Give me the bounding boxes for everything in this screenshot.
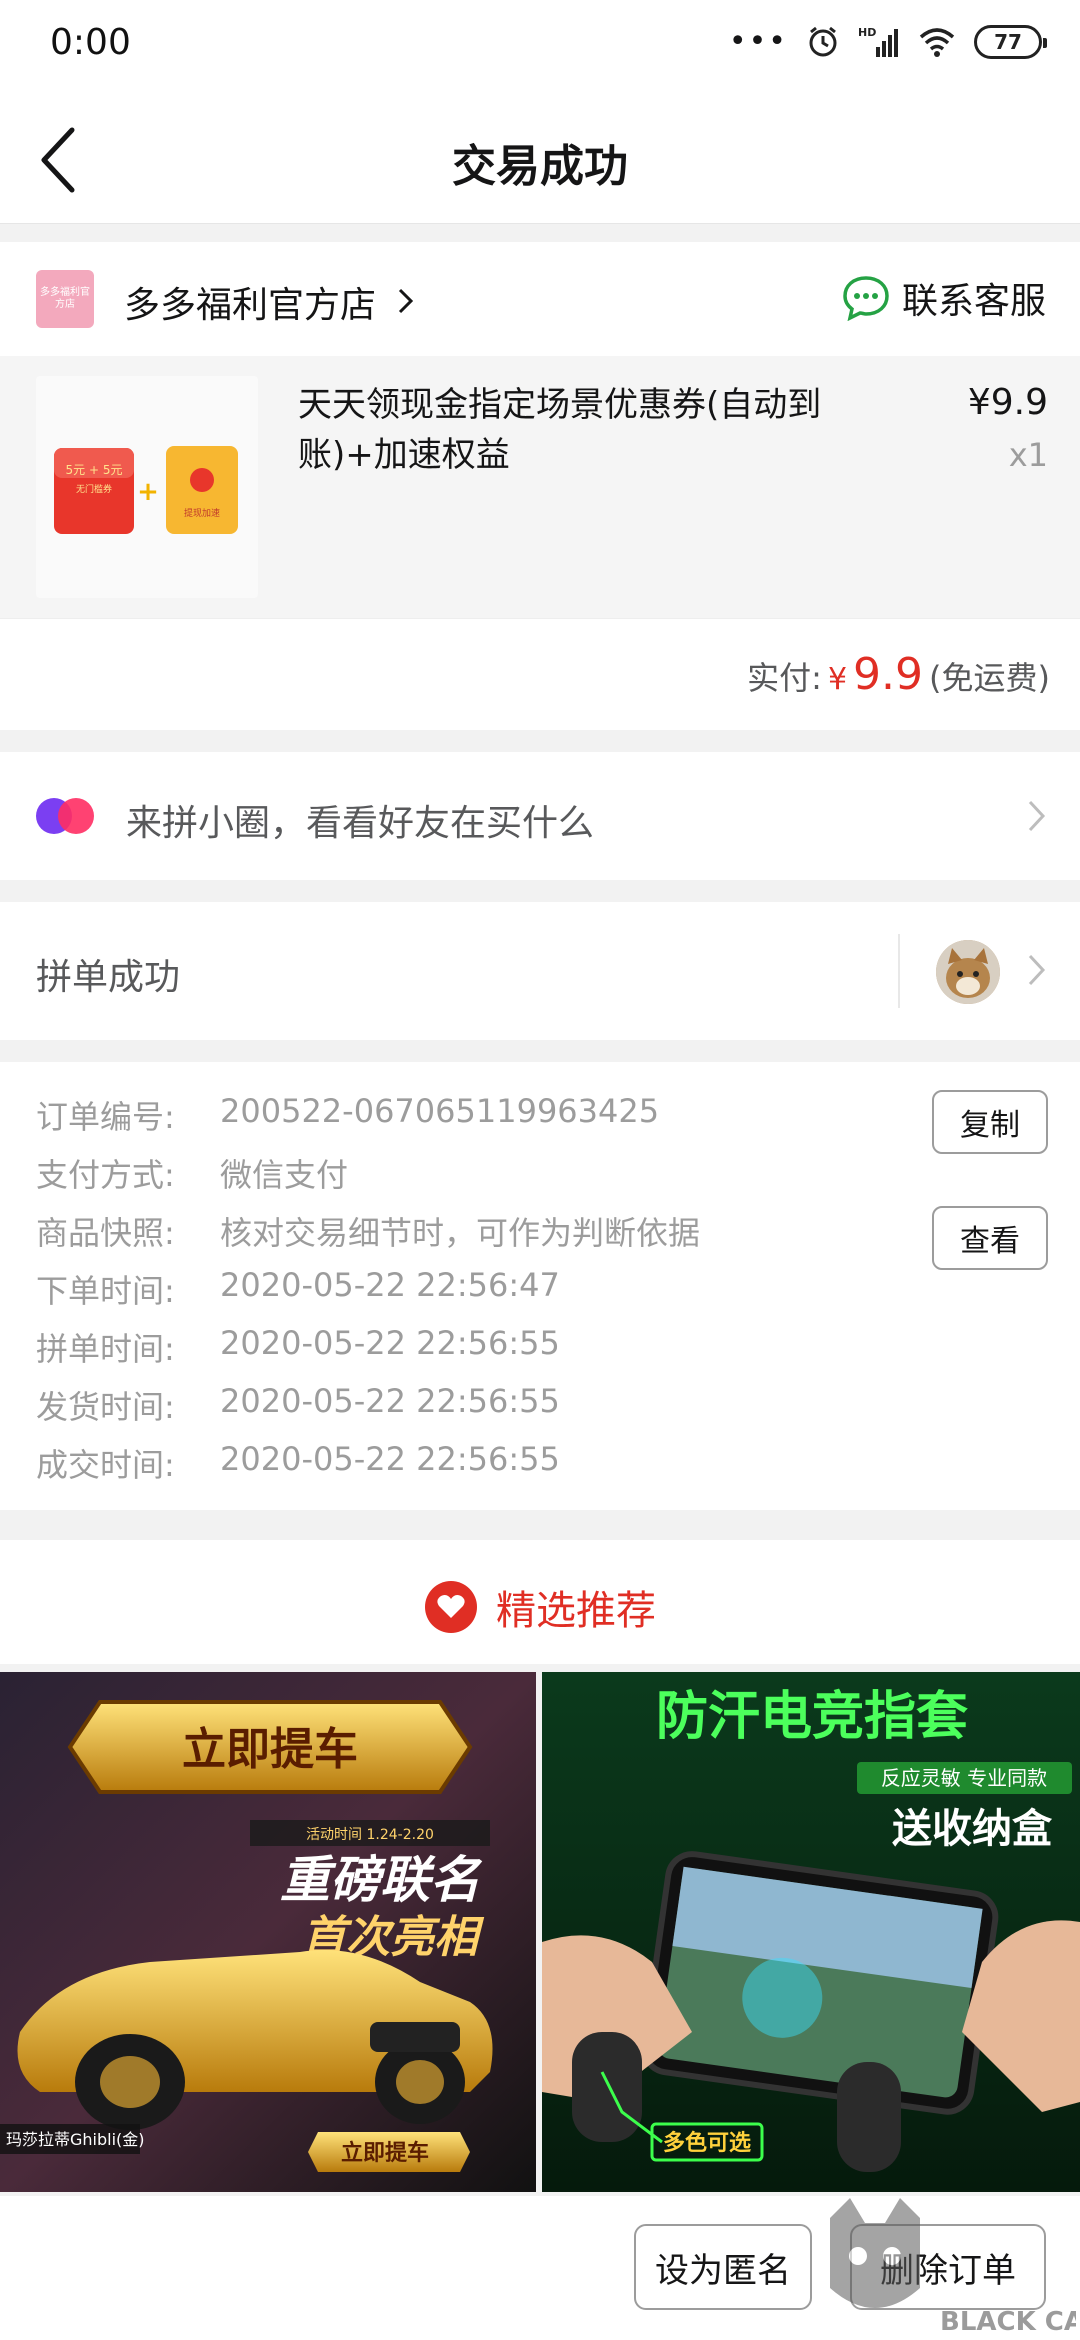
group-status-text: 拼单成功 <box>36 957 181 998</box>
info-value: 微信支付 <box>220 1156 349 1194</box>
paid-label: 实付: <box>747 659 822 697</box>
info-label: 拼单时间: <box>36 1330 175 1368</box>
battery-indicator: 77 <box>974 24 1047 59</box>
svg-text:多色可选: 多色可选 <box>663 2130 751 2156</box>
product-name: 天天领现金指定场景优惠券(自动到账)+加速权益 <box>298 385 822 475</box>
svg-text:无门槛券: 无门槛券 <box>76 483 112 495</box>
svg-text:+: + <box>137 477 159 507</box>
promo-car-image: 立即提车 活动时间 1.24-2.20 重磅联名 首次亮相 玛莎拉蒂Ghibli… <box>0 1672 536 2192</box>
svg-text:HD: HD <box>858 26 876 39</box>
shipping-note: (免运费) <box>929 659 1050 697</box>
product-thumbnail: 5元 + 5元 无门槛券 + 提现加速 <box>36 376 258 598</box>
info-value: 2020-05-22 22:56:55 <box>220 1440 560 1478</box>
svg-text:提现加速: 提现加速 <box>184 508 220 519</box>
info-value: 2020-05-22 22:56:55 <box>220 1382 560 1420</box>
bottom-action-bar: 设为匿名 删除订单 BLACK CAT <box>0 2196 1080 2340</box>
chevron-right-icon <box>398 288 414 314</box>
promo-finger-sleeve-image: 防汗电竞指套 反应灵敏 专业同款 送收纳盒 多色可选 <box>542 1672 1080 2192</box>
paid-amount: 实付: ¥ 9.9 (免运费) <box>747 649 1050 700</box>
paid-currency: ¥ <box>827 662 848 697</box>
ship-time-row: 发货时间: 2020-05-22 22:56:55 <box>36 1382 560 1428</box>
store-name[interactable]: 多多福利官方店 <box>124 276 376 328</box>
svg-text:活动时间 1.24-2.20: 活动时间 1.24-2.20 <box>306 1827 434 1843</box>
info-value: 2020-05-22 22:56:55 <box>220 1324 560 1362</box>
page-title: 交易成功 <box>452 141 628 192</box>
order-number-row: 订单编号: 200522-067065119963425 <box>36 1092 659 1138</box>
svg-text:重磅联名: 重磅联名 <box>280 1851 483 1909</box>
order-info: 订单编号: 200522-067065119963425 支付方式: 微信支付 … <box>0 1062 1080 1510</box>
info-label: 成交时间: <box>36 1446 175 1484</box>
order-time-row: 下单时间: 2020-05-22 22:56:47 <box>36 1266 560 1312</box>
recommend-item-left[interactable]: 立即提车 活动时间 1.24-2.20 重磅联名 首次亮相 玛莎拉蒂Ghibli… <box>0 1672 536 2192</box>
snapshot-row: 商品快照: 核对交易细节时，可作为判断依据 <box>36 1208 700 1254</box>
info-value: 2020-05-22 22:56:47 <box>220 1266 560 1304</box>
recommend-item-right[interactable]: 防汗电竞指套 反应灵敏 专业同款 送收纳盒 多色可选 <box>542 1672 1080 2192</box>
svg-text:5元 + 5元: 5元 + 5元 <box>66 463 123 477</box>
more-dots-icon: ••• <box>728 24 788 59</box>
svg-text:立即提车: 立即提车 <box>341 2140 429 2166</box>
order-detail-screen: 0:00 ••• HD 77 交易成功 多多福利官方店 多多福利官方店 联系客服… <box>0 0 1080 2340</box>
alarm-icon <box>809 26 837 56</box>
product-item[interactable]: 5元 + 5元 无门槛券 + 提现加速 天天领现金指定场景优惠券(自动到账)+加… <box>0 356 1080 618</box>
info-label: 下单时间: <box>36 1272 175 1310</box>
info-value: 200522-067065119963425 <box>220 1092 660 1130</box>
info-value: 核对交易细节时，可作为判断依据 <box>220 1214 701 1252</box>
copy-button[interactable]: 复制 <box>932 1090 1048 1154</box>
signal-icon: HD <box>858 26 898 57</box>
circle-logo-icon <box>36 798 94 834</box>
contact-service-label: 联系客服 <box>901 281 1046 322</box>
svg-text:BLACK CAT: BLACK CAT <box>940 2307 1076 2337</box>
watermark: BLACK CAT <box>810 2198 1080 2338</box>
info-label: 订单编号: <box>36 1098 175 1136</box>
recommend-title: 精选推荐 <box>0 1578 1080 1636</box>
group-status-row[interactable]: 拼单成功 <box>0 902 1080 1040</box>
status-bar: 0:00 ••• HD 77 <box>0 0 1080 92</box>
recommend-title-text: 精选推荐 <box>496 1588 656 1634</box>
payment-summary: 实付: ¥ 9.9 (免运费) <box>0 618 1080 730</box>
set-anonymous-button[interactable]: 设为匿名 <box>634 2224 812 2310</box>
recommend-header: 精选推荐 <box>0 1540 1080 1664</box>
circle-text: 来拼小圈，看看好友在买什么 <box>126 803 595 844</box>
status-time: 0:00 <box>50 22 131 63</box>
info-label: 商品快照: <box>36 1214 175 1252</box>
status-icons: ••• HD 77 <box>728 24 1047 59</box>
svg-text:反应灵敏 专业同款: 反应灵敏 专业同款 <box>881 1766 1047 1790</box>
contact-service-button[interactable]: 联系客服 <box>842 272 1046 324</box>
view-snapshot-button[interactable]: 查看 <box>932 1206 1048 1270</box>
info-label: 发货时间: <box>36 1388 175 1426</box>
deal-time-row: 成交时间: 2020-05-22 22:56:55 <box>36 1440 560 1486</box>
chevron-right-icon <box>1028 800 1046 832</box>
product-price: ¥9.9 <box>967 382 1048 423</box>
payment-method-row: 支付方式: 微信支付 <box>36 1150 348 1196</box>
svg-text:立即提车: 立即提车 <box>182 1724 358 1775</box>
svg-text:送收纳盒: 送收纳盒 <box>892 1806 1053 1852</box>
group-time-row: 拼单时间: 2020-05-22 22:56:55 <box>36 1324 560 1370</box>
wifi-icon <box>919 27 955 57</box>
chat-bubble-icon <box>843 276 889 321</box>
nav-bar: 交易成功 <box>0 92 1080 224</box>
paid-value: 9.9 <box>853 649 924 700</box>
heart-badge-icon <box>425 1581 477 1633</box>
divider <box>898 934 900 1008</box>
friends-circle-row[interactable]: 来拼小圈，看看好友在买什么 <box>0 752 1080 880</box>
product-image: 5元 + 5元 无门槛券 + 提现加速 <box>54 446 238 534</box>
chevron-right-icon <box>1028 954 1046 986</box>
info-label: 支付方式: <box>36 1156 175 1194</box>
svg-text:防汗电竞指套: 防汗电竞指套 <box>656 1687 968 1747</box>
product-quantity: x1 <box>1008 436 1048 474</box>
avatar[interactable] <box>936 940 1000 1004</box>
store-logo: 多多福利官方店 <box>36 270 94 328</box>
svg-text:玛莎拉蒂Ghibli(金): 玛莎拉蒂Ghibli(金) <box>6 2130 145 2149</box>
black-cat-logo-icon: BLACK CAT <box>830 2198 1080 2337</box>
